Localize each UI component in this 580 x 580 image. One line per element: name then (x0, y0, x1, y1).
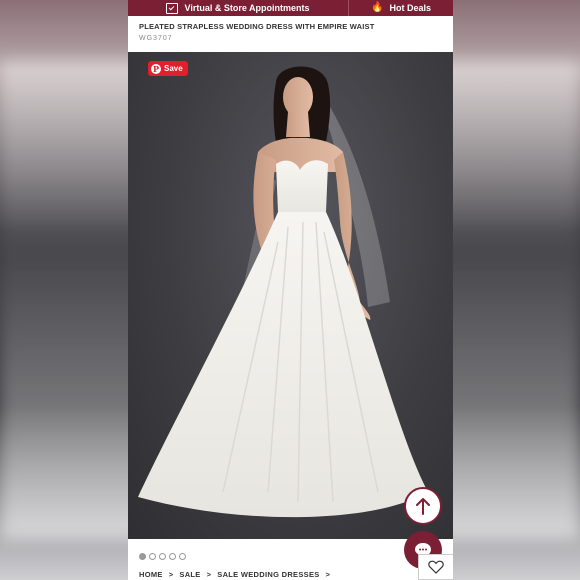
product-sku: WG3707 (139, 35, 173, 42)
carousel-dot[interactable] (179, 553, 186, 560)
carousel-dot[interactable] (159, 553, 166, 560)
breadcrumb-separator: > (325, 570, 331, 579)
product-title: PLEATED STRAPLESS WEDDING DRESS WITH EMP… (139, 22, 375, 31)
breadcrumb-sale-wedding-dresses[interactable]: SALE WEDDING DRESSES (217, 570, 319, 579)
product-header: PLEATED STRAPLESS WEDDING DRESS WITH EMP… (128, 16, 453, 51)
appointments-label: Virtual & Store Appointments (184, 3, 310, 13)
product-page: Virtual & Store Appointments 🔥 Hot Deals… (128, 0, 453, 580)
arrow-up-icon (416, 498, 430, 515)
hot-deals-label: Hot Deals (389, 3, 431, 13)
product-image[interactable]: P Save (128, 52, 453, 539)
image-carousel-dots (139, 553, 186, 560)
dress-photo (138, 66, 428, 518)
breadcrumb-separator: > (206, 570, 212, 579)
carousel-dot[interactable] (149, 553, 156, 560)
breadcrumb: HOME > SALE > SALE WEDDING DRESSES > (139, 570, 330, 579)
carousel-dot[interactable] (169, 553, 176, 560)
favorite-button[interactable] (418, 554, 453, 580)
heart-icon (428, 560, 444, 574)
save-label: Save (164, 64, 183, 73)
scroll-to-top-button[interactable] (404, 487, 442, 525)
pinterest-icon: P (151, 63, 161, 74)
breadcrumb-separator: > (168, 570, 174, 579)
appointments-link[interactable]: Virtual & Store Appointments (128, 0, 349, 16)
top-promo-bar: Virtual & Store Appointments 🔥 Hot Deals (128, 0, 453, 16)
fire-icon: 🔥 (371, 2, 384, 13)
pinterest-save-button[interactable]: P Save (148, 61, 188, 76)
calendar-check-icon (166, 2, 179, 14)
breadcrumb-home[interactable]: HOME (139, 570, 163, 579)
breadcrumb-sale[interactable]: SALE (179, 570, 200, 579)
hot-deals-link[interactable]: 🔥 Hot Deals (349, 0, 453, 16)
carousel-dot[interactable] (139, 553, 146, 560)
